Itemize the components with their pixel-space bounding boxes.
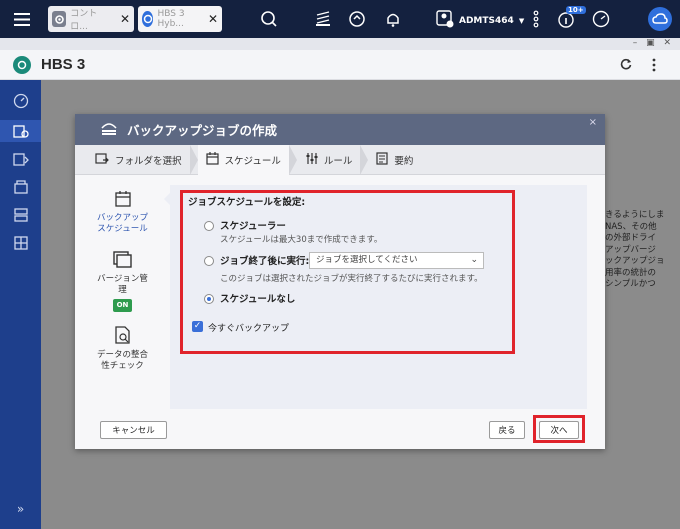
window-title-strip: – ▣ ✕ [0, 38, 680, 50]
backup-restore-icon[interactable] [0, 120, 41, 142]
top-bar: コントロ... ✕ HBS 3 Hyb... ✕ ADMTS464 ▼ 10+ [0, 0, 680, 38]
option-sub-scheduler: スケジュールは最大30まで作成できます。 [220, 235, 383, 245]
radio-no-schedule[interactable] [204, 294, 214, 304]
option-label-scheduler: スケジューラー [220, 221, 286, 232]
app-title: HBS 3 [41, 56, 86, 73]
step-label: ルール [323, 155, 353, 167]
step-rules: ルール [297, 152, 361, 168]
main-menu-button[interactable] [0, 0, 44, 38]
folder-icon [95, 152, 109, 168]
server-icon[interactable] [12, 206, 29, 223]
close-tab-icon[interactable]: ✕ [120, 12, 130, 26]
step-label: スケジュール [224, 155, 281, 167]
cancel-button[interactable]: キャンセル [100, 421, 167, 439]
expand-sidebar-icon[interactable]: » [12, 500, 29, 517]
nav-label: バージョン管理 [97, 274, 148, 295]
dashboard-gauge-icon[interactable] [591, 9, 611, 29]
more-options-icon[interactable] [652, 58, 656, 75]
background-description: きるようにしま NAS、その他 の外部ドライ アップバージ ックアップジョ 用率… [605, 210, 680, 291]
step-label: フォルダを選択 [115, 155, 182, 167]
nav-integrity-check[interactable]: データの整合性チェック [75, 326, 170, 372]
backup-now-label: 今すぐバックアップ [208, 324, 290, 334]
hamburger-icon [14, 12, 30, 26]
bell-icon[interactable] [383, 9, 403, 29]
chevron-down-icon: ⌄ [470, 255, 478, 265]
radio-scheduler[interactable] [204, 221, 214, 231]
notification-badge: 10+ [566, 6, 586, 14]
next-button[interactable]: 次へ [539, 421, 579, 439]
bg-line: シンプルかつ [605, 279, 656, 289]
user-icon [436, 10, 454, 31]
search-icon[interactable] [259, 9, 279, 29]
summary-icon [376, 151, 388, 168]
option-sub-after-job: このジョブは選択されたジョブが実行終了するたびに実行されます。 [220, 274, 483, 284]
bg-line: きるようにしま [605, 210, 665, 220]
overview-gauge-icon[interactable] [12, 92, 29, 109]
username: ADMTS464 [459, 15, 514, 26]
tab-label: HBS 3 Hyb... [157, 9, 185, 29]
refresh-icon[interactable] [620, 58, 632, 73]
dialog-left-nav: バックアップスケジュール バージョン管理 ON データの整合性チェック [75, 175, 170, 411]
hbs-logo-icon [13, 55, 31, 74]
wizard-steps: フォルダを選択 スケジュール ルール 要約 [75, 144, 605, 175]
more-vertical-icon[interactable] [526, 9, 546, 29]
gear-icon [52, 11, 67, 27]
sync-icon[interactable] [347, 9, 367, 29]
tab-control-panel[interactable]: コントロ... ✕ [48, 6, 134, 32]
chevron-down-icon: ▼ [518, 16, 525, 25]
step-summary: 要約 [368, 151, 421, 168]
bg-line: 用率の統計の [605, 267, 657, 278]
option-label-no-schedule: スケジュールなし [220, 294, 296, 305]
job-select-dropdown[interactable]: ジョブを選択してください ⌄ [309, 252, 484, 269]
step-label: 要約 [394, 155, 414, 167]
stack-icon[interactable] [313, 9, 333, 29]
cloud-icon[interactable] [648, 7, 672, 31]
create-backup-job-dialog: バックアップジョブの作成 × フォルダを選択 スケジュール ルール 要約 バック… [75, 114, 605, 449]
nav-label: バックアップスケジュール [96, 213, 148, 234]
nav-backup-schedule[interactable]: バックアップスケジュール [75, 189, 170, 235]
step-schedule: スケジュール [197, 144, 289, 175]
user-menu[interactable]: ADMTS464 ▼ [436, 10, 524, 31]
hbs-logo-icon [142, 11, 154, 27]
step-separator [189, 144, 198, 175]
bg-line: NAS、その他 [605, 221, 657, 232]
step-select-folder: フォルダを選択 [75, 152, 190, 168]
sync-folder-icon[interactable] [12, 150, 29, 167]
app-header: HBS 3 [0, 50, 680, 80]
tab-label: コントロ... [70, 9, 98, 32]
bg-line: ックアップジョ [605, 256, 665, 266]
close-tab-icon[interactable]: ✕ [208, 12, 218, 26]
nav-version-management[interactable]: バージョン管理 ON [75, 250, 170, 312]
back-button[interactable]: 戻る [489, 421, 525, 439]
bg-line: アップバージ [605, 244, 656, 255]
backup-now-checkbox[interactable]: ✓ [192, 321, 203, 332]
bg-line: の外部ドライ [605, 233, 657, 243]
services-grid-icon[interactable] [12, 234, 29, 251]
dialog-title: バックアップジョブの作成 [127, 123, 278, 138]
sliders-icon [305, 152, 318, 168]
option-label-after-job: ジョブ終了後に実行: [220, 256, 310, 267]
document-search-icon [113, 326, 133, 346]
step-separator [360, 144, 369, 175]
nav-label: データの整合性チェック [96, 350, 148, 371]
section-title: ジョブスケジュールを設定: [188, 197, 306, 208]
versions-icon [112, 250, 133, 270]
tab-hbs3[interactable]: HBS 3 Hyb... ✕ [138, 6, 222, 32]
calendar-icon [205, 151, 219, 168]
backup-dialog-icon [99, 120, 119, 139]
step-separator [288, 144, 297, 175]
calendar-icon [113, 189, 133, 209]
radio-after-job[interactable] [204, 256, 214, 266]
on-badge: ON [112, 299, 133, 312]
select-value: ジョブを選択してください [316, 255, 418, 265]
left-sidebar: » [0, 80, 41, 529]
storage-icon[interactable] [12, 178, 29, 195]
dialog-header: バックアップジョブの作成 × [75, 114, 605, 145]
window-controls[interactable]: – ▣ ✕ [633, 38, 674, 48]
close-icon[interactable]: × [589, 117, 597, 128]
